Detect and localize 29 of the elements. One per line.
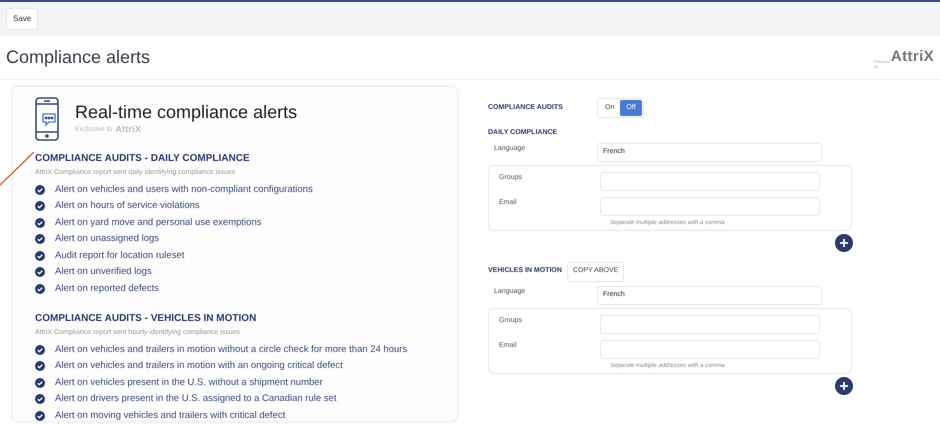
alert-item: Alert on reported defects bbox=[55, 282, 160, 296]
input-field[interactable] bbox=[600, 172, 820, 190]
alert-item: Alert on vehicles and trailers in motion without a circle check for more than 24 hours bbox=[55, 342, 408, 357]
alert-item: Alert on vehicles present in the U.S. without a shipment number bbox=[55, 376, 323, 390]
logo: AttriX bbox=[890, 47, 934, 68]
alert-item: Alert on vehicles and trailers in motion with an ongoing critical defect bbox=[55, 359, 343, 374]
phone-chat-icon bbox=[35, 97, 59, 141]
plus-icon bbox=[839, 238, 849, 248]
alert-item: Alert on unverified logs bbox=[55, 265, 152, 280]
input-field[interactable] bbox=[600, 314, 820, 334]
alert-item: Alert on yard move and personal use exemptions bbox=[55, 216, 262, 230]
alert-item: Alert on hours of service violations bbox=[55, 199, 200, 214]
alert-item: Audit report for location ruleset bbox=[55, 248, 184, 263]
alert-item: Alert on unassigned logs bbox=[55, 232, 160, 246]
alert-item: Alert on drivers present in the U.S. assigned to a Canadian rule set bbox=[55, 392, 336, 406]
add-button[interactable] bbox=[835, 234, 853, 252]
section-heading: COMPLIANCE AUDITS - VEHICLES IN MOTION bbox=[35, 312, 258, 326]
alert-item: Alert on vehicles and users with non-compliant configurations bbox=[55, 182, 313, 197]
add-button[interactable] bbox=[835, 376, 853, 394]
input-field[interactable] bbox=[600, 340, 820, 358]
page-title: Compliance alerts bbox=[6, 46, 150, 69]
section-heading: COMPLIANCE AUDITS - DAILY COMPLIANCE bbox=[35, 152, 251, 166]
annotation-line bbox=[0, 150, 36, 186]
input-field[interactable] bbox=[600, 196, 820, 216]
card-title: Real-time compliance alerts bbox=[75, 101, 298, 124]
save-button[interactable]: Save bbox=[6, 8, 38, 30]
logo: AttriX bbox=[115, 123, 142, 136]
plus-icon bbox=[839, 380, 849, 390]
alert-item: Alert on moving vehicles and trailers with critical defect bbox=[55, 408, 286, 423]
